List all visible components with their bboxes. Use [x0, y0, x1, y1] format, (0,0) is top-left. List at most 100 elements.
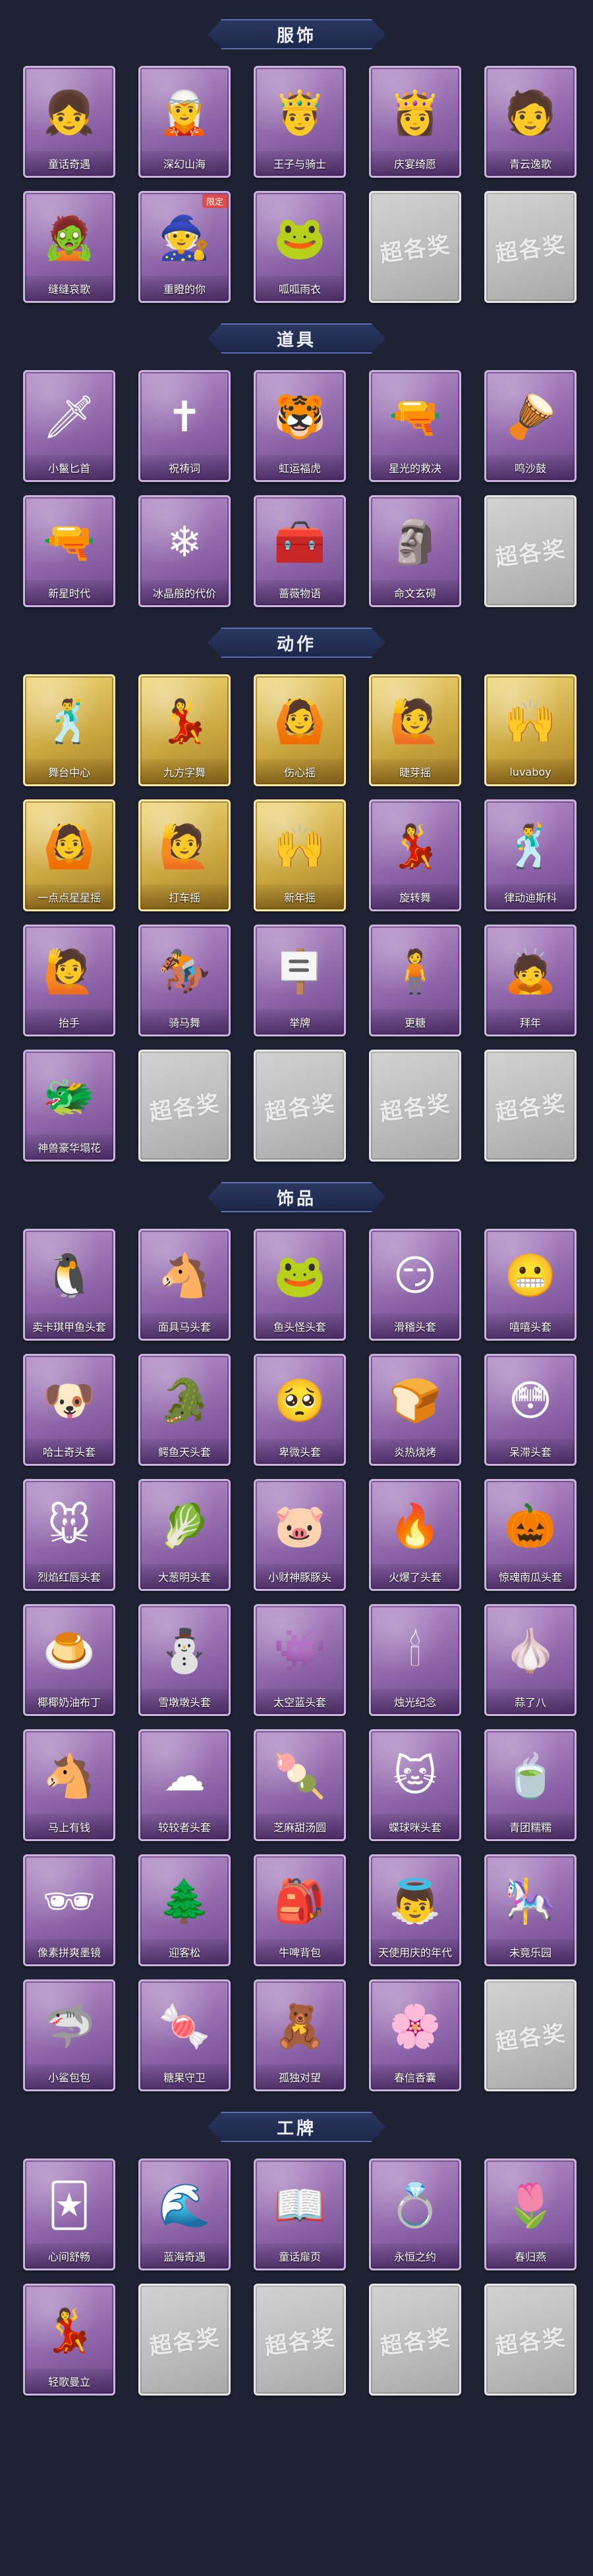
item-card[interactable]: 🙆 一点点星星摇 [23, 799, 115, 911]
item-card[interactable]: 🍵 青团糯糯 [484, 1729, 577, 1841]
item-card[interactable]: 🌊 蓝海奇遇 [138, 2159, 231, 2270]
item-card[interactable]: 🐸 呱呱雨衣 [254, 191, 346, 303]
empty-slot-card[interactable]: 超各奖 [484, 2284, 577, 2396]
item-icon: 😳 [508, 1377, 553, 1426]
item-grid: 👧 童话奇遇 🧝 深幻山海 🤴 王子与骑士 👸 庆宴绮愿 🧑 青云逸歌 🧟 缝缝哀歌 🧙 重瞪的你 限定 🐸 呱… [0, 66, 593, 303]
empty-slot-card[interactable]: 超各奖 [369, 191, 461, 303]
item-card[interactable]: 🙋 抬手 [23, 925, 115, 1036]
item-card[interactable]: ❄ 冰晶般的代价 [138, 495, 231, 607]
item-card[interactable]: 💃 轻歌曼立 [23, 2284, 115, 2396]
empty-slot-card[interactable]: 超各奖 [484, 1050, 577, 1162]
item-card[interactable]: 🗿 命文玄碍 [369, 495, 461, 607]
item-card[interactable]: 🍬 糖果守卫 [138, 1979, 231, 2091]
item-card[interactable]: 🌷 春归燕 [484, 2159, 577, 2270]
item-card[interactable]: 🐱 蝶球咪头套 [369, 1729, 461, 1841]
empty-slot-card[interactable]: 超各奖 [484, 495, 577, 607]
empty-slot-card[interactable]: 超各奖 [254, 2284, 346, 2396]
item-icon: 🐴 [43, 1752, 96, 1801]
item-card[interactable]: 🍞 炎热烧烤 [369, 1354, 461, 1466]
item-card[interactable]: 🔫 新星时代 [23, 495, 115, 607]
item-card[interactable]: ⛄ 雪墩墩头套 [138, 1604, 231, 1716]
item-card[interactable]: 👾 太空蓝头套 [254, 1604, 346, 1716]
empty-slot-card[interactable]: 超各奖 [138, 1050, 231, 1162]
section-title: 道具 [276, 330, 316, 350]
item-card[interactable]: 🕺 律动迪斯科 [484, 799, 577, 911]
item-icon: 🙌 [504, 697, 557, 746]
empty-slot-card[interactable]: 超各奖 [369, 1050, 461, 1162]
item-card[interactable]: 🙇 拜年 [484, 925, 577, 1036]
item-card[interactable]: 🐲 神兽豪华塌花 [23, 1050, 115, 1162]
item-card[interactable]: 🙋 打车摇 [138, 799, 231, 911]
item-card[interactable]: 🕺 舞台中心 [23, 674, 115, 786]
item-card[interactable]: 🧟 缝缝哀歌 [23, 191, 115, 303]
item-card[interactable]: 😳 呆滞头套 [484, 1354, 577, 1466]
item-card[interactable]: 🕯 烛光纪念 [369, 1604, 461, 1716]
item-card[interactable]: 🙌 新年摇 [254, 799, 346, 911]
item-card[interactable]: 🪧 举牌 [254, 925, 346, 1036]
item-card[interactable]: 😬 嘻嘻头套 [484, 1229, 577, 1341]
item-card[interactable]: 🧄 蒜了八 [484, 1604, 577, 1716]
empty-slot-card[interactable]: 超各奖 [484, 191, 577, 303]
item-card[interactable]: 🐷 小财神豚豚头 [254, 1479, 346, 1591]
item-label: 椰椰奶油布丁 [25, 1689, 113, 1714]
item-card[interactable]: 🐴 马上有钱 [23, 1729, 115, 1841]
item-card[interactable]: 🧙 重瞪的你 限定 [138, 191, 231, 303]
item-card[interactable]: 🧰 蔷薇物语 [254, 495, 346, 607]
item-card[interactable]: 💍 永恒之约 [369, 2159, 461, 2270]
item-card[interactable]: 😏 滑稽头套 [369, 1229, 461, 1341]
item-card[interactable]: 📖 童话扉页 [254, 2159, 346, 2270]
item-card[interactable]: 🔥 火爆了头套 [369, 1479, 461, 1591]
empty-slot-card[interactable]: 超各奖 [138, 2284, 231, 2396]
item-label: 惊魂南瓜头套 [486, 1564, 575, 1589]
item-label: 心间舒畅 [25, 2243, 113, 2268]
item-card[interactable]: 🧍 更糖 [369, 925, 461, 1036]
item-card[interactable]: 🍮 椰椰奶油布丁 [23, 1604, 115, 1716]
item-card[interactable]: 🌲 迎客松 [138, 1854, 231, 1966]
item-icon: 🐶 [43, 1377, 96, 1426]
item-card[interactable]: 🃏 心间舒畅 [23, 2159, 115, 2270]
item-card[interactable]: ✝ 祝祷词 [138, 370, 231, 482]
item-card[interactable]: 🏇 骑马舞 [138, 925, 231, 1036]
item-card[interactable]: 🐭 烈焰红唇头套 [23, 1479, 115, 1591]
item-card[interactable]: 🧑 青云逸歌 [484, 66, 577, 178]
item-card[interactable]: 🌸 春信香囊 [369, 1979, 461, 2091]
item-card[interactable]: 🐯 虹运福虎 [254, 370, 346, 482]
item-card[interactable]: 👼 天使用庆的年代 [369, 1854, 461, 1966]
item-card[interactable]: 🐊 鳄鱼天头套 [138, 1354, 231, 1466]
item-card[interactable]: 🙋 睫芽摇 [369, 674, 461, 786]
item-card[interactable]: 💃 旋转舞 [369, 799, 461, 911]
item-card[interactable]: 🎠 未竟乐园 [484, 1854, 577, 1966]
item-card[interactable]: 🎃 惊魂南瓜头套 [484, 1479, 577, 1591]
item-card[interactable]: 🐧 卖卡琪甲鱼头套 [23, 1229, 115, 1341]
item-icon: 🦈 [43, 2002, 96, 2051]
item-icon: 🪧 [273, 948, 326, 996]
item-card[interactable]: 🗡 小鬣匕首 [23, 370, 115, 482]
item-card[interactable]: 🐴 面具马头套 [138, 1229, 231, 1341]
item-icon: 🌸 [389, 2002, 441, 2051]
item-card[interactable]: 🙆 伤心摇 [254, 674, 346, 786]
item-card[interactable]: 🔫 星光的救决 [369, 370, 461, 482]
item-card[interactable]: 💃 九方字舞 [138, 674, 231, 786]
item-card[interactable]: 🪘 鸣沙鼓 [484, 370, 577, 482]
item-card[interactable]: 🥬 大葱明头套 [138, 1479, 231, 1591]
item-card[interactable]: 🐸 鱼头怪头套 [254, 1229, 346, 1341]
empty-slot-card[interactable]: 超各奖 [369, 2284, 461, 2396]
empty-slot-card[interactable]: 超各奖 [254, 1050, 346, 1162]
item-card[interactable]: 👸 庆宴绮愿 [369, 66, 461, 178]
item-label: 抬手 [25, 1009, 113, 1034]
item-card[interactable]: 🎒 牛啤背包 [254, 1854, 346, 1966]
item-card[interactable]: 🥺 卑微头套 [254, 1354, 346, 1466]
item-icon: 🐸 [273, 1252, 326, 1301]
item-card[interactable]: 🍡 芝麻甜汤圆 [254, 1729, 346, 1841]
item-card[interactable]: ☁ 较较者头套 [138, 1729, 231, 1841]
item-card[interactable]: 🕶 像素拼爽墨镜 [23, 1854, 115, 1966]
item-card[interactable]: 🙌 luvaboy [484, 674, 577, 786]
item-card[interactable]: 👧 童话奇遇 [23, 66, 115, 178]
item-icon: 🤴 [273, 89, 326, 138]
item-card[interactable]: 🐶 哈士奇头套 [23, 1354, 115, 1466]
empty-slot-card[interactable]: 超各奖 [484, 1979, 577, 2091]
item-card[interactable]: 🤴 王子与骑士 [254, 66, 346, 178]
item-card[interactable]: 🧝 深幻山海 [138, 66, 231, 178]
item-card[interactable]: 🧸 孤独对望 [254, 1979, 346, 2091]
item-card[interactable]: 🦈 小鲨包包 [23, 1979, 115, 2091]
